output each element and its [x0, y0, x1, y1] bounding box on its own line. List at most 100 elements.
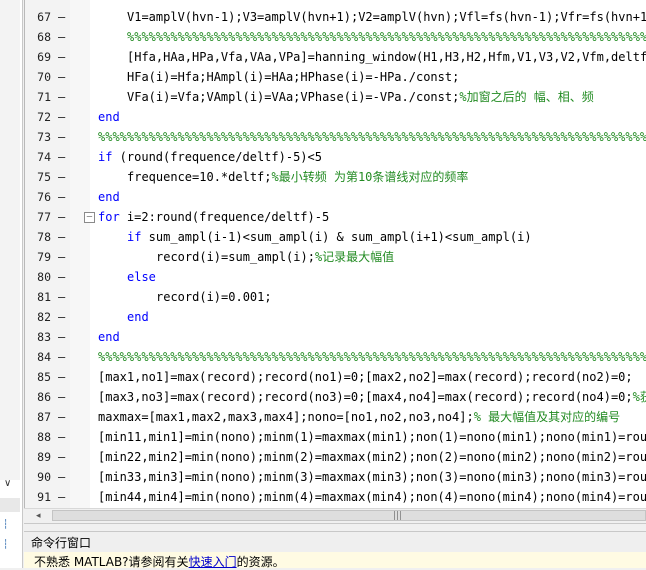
breakpoint-dash[interactable]: – — [58, 87, 65, 107]
code-line[interactable]: 88– [min11,min1]=min(nono);minm(1)=maxmax… — [25, 427, 646, 447]
getting-started-link[interactable]: 快速入门 — [189, 555, 237, 569]
breakpoint-dash[interactable]: – — [58, 187, 65, 207]
line-number: 90 — [37, 470, 51, 484]
code-token: [max1,no1]=max(record);record(no1)=0;[ma… — [98, 370, 633, 384]
line-number: 73 — [37, 130, 51, 144]
code-text: V1=amplV(hvn-1);V3=amplV(hvn+1);V2=amplV… — [127, 7, 646, 27]
line-number: 82 — [37, 310, 51, 324]
breakpoint-dash[interactable]: – — [58, 247, 65, 267]
code-line[interactable]: 79– record(i)=sum_ampl(i);%记录最大幅值 — [25, 247, 646, 267]
command-window-title: 命令行窗口 — [31, 536, 92, 550]
breakpoint-dash[interactable]: – — [58, 387, 65, 407]
code-text: [min44,min4]=min(nono);minm(4)=maxmax(mi… — [98, 487, 646, 507]
line-number: 77 — [37, 210, 51, 224]
code-text: %%%%%%%%%%%%%%%%%%%%%%%%%%%%%%%%%%%%%%%%… — [127, 27, 646, 47]
command-window-header[interactable]: 命令行窗口 — [24, 531, 646, 553]
breakpoint-dash[interactable]: – — [58, 267, 65, 287]
line-number: 75 — [37, 170, 51, 184]
code-line[interactable]: 84–%%%%%%%%%%%%%%%%%%%%%%%%%%%%%%%%%%%%%… — [25, 347, 646, 367]
code-line[interactable]: 71– VFa(i)=Vfa;VAmpl(i)=VAa;VPhase(i)=-VP… — [25, 87, 646, 107]
code-token: (round(frequence/deltf)-5)<5 — [112, 150, 322, 164]
code-line[interactable]: 90– [min33,min3]=min(nono);minm(3)=maxmax… — [25, 467, 646, 487]
keyword-token: end — [98, 110, 120, 124]
code-line[interactable]: 80– else — [25, 267, 646, 287]
line-number: 72 — [37, 110, 51, 124]
code-line[interactable]: 76– end — [25, 187, 646, 207]
fold-toggle-icon[interactable]: – — [84, 212, 95, 223]
code-line[interactable]: 73–%%%%%%%%%%%%%%%%%%%%%%%%%%%%%%%%%%%%%… — [25, 127, 646, 147]
breakpoint-dash[interactable]: – — [58, 7, 65, 27]
line-number: 69 — [37, 50, 51, 64]
code-line[interactable]: 78– if sum_ampl(i-1)<sum_ampl(i) & sum_am… — [25, 227, 646, 247]
keyword-token: end — [98, 330, 120, 344]
comment-token: %获得 — [632, 390, 646, 404]
code-line[interactable]: 86– [max3,no3]=max(record);record(no3)=0;… — [25, 387, 646, 407]
line-number: 70 — [37, 70, 51, 84]
line-number: 88 — [37, 430, 51, 444]
keyword-token: if — [98, 150, 113, 164]
code-line[interactable]: 87– maxmax=[max1,max2,max3,max4];nono=[no… — [25, 407, 646, 427]
breakpoint-dash[interactable]: – — [58, 227, 65, 247]
breakpoint-dash[interactable]: – — [58, 167, 65, 187]
code-text: [max3,no3]=max(record);record(no3)=0;[ma… — [98, 387, 646, 407]
code-line[interactable]: 85– [max1,no1]=max(record);record(no1)=0;… — [25, 367, 646, 387]
code-text: record(i)=sum_ampl(i);%记录最大幅值 — [156, 247, 394, 267]
left-panel-horizontal-scrollbar[interactable] — [0, 498, 20, 512]
breakpoint-dash[interactable]: – — [58, 467, 65, 487]
breakpoint-dash[interactable]: – — [58, 367, 65, 387]
code-line[interactable]: 75– frequence=10.*deltf;%最小转频 为第10条谱线对应的频… — [25, 167, 646, 187]
code-editor[interactable]: 67– V1=amplV(hvn-1);V3=amplV(hvn+1);V2=am… — [24, 0, 646, 510]
left-panel-scroll-area[interactable] — [0, 0, 20, 480]
code-line[interactable]: 68–%%%%%%%%%%%%%%%%%%%%%%%%%%%%%%%%%%%%%… — [25, 27, 646, 47]
breakpoint-dash[interactable]: – — [58, 407, 65, 427]
code-line[interactable]: 74– if (round(frequence/deltf)-5)<5 — [25, 147, 646, 167]
breakpoint-dash[interactable]: – — [58, 107, 65, 127]
breakpoint-dash[interactable]: – — [58, 427, 65, 447]
comment-token: %记录最大幅值 — [314, 250, 395, 264]
code-line[interactable]: 81– record(i)=0.001; — [25, 287, 646, 307]
code-line[interactable]: 91– [min44,min4]=min(nono);minm(4)=maxmax… — [25, 487, 646, 507]
code-line[interactable]: 67– V1=amplV(hvn-1);V3=amplV(hvn+1);V2=am… — [25, 7, 646, 27]
scroll-left-arrow-icon[interactable]: ◂ — [36, 509, 41, 523]
breakpoint-dash[interactable]: – — [58, 447, 65, 467]
code-text: end — [98, 187, 120, 207]
breakpoint-dash[interactable]: – — [58, 327, 65, 347]
left-panel-marker-icon: ┆ — [3, 520, 9, 530]
breakpoint-dash[interactable]: – — [58, 287, 65, 307]
code-line[interactable]: 70– HFa(i)=Hfa;HAmpl(i)=HAa;HPhase(i)=-HP… — [25, 67, 646, 87]
breakpoint-dash[interactable]: – — [58, 307, 65, 327]
line-number: 76 — [37, 190, 51, 204]
code-line[interactable]: 69– [Hfa,HAa,HPa,Vfa,VAa,VPa]=hanning_win… — [25, 47, 646, 67]
line-number: 89 — [37, 450, 51, 464]
breakpoint-dash[interactable]: – — [58, 347, 65, 367]
code-line[interactable]: 83– end — [25, 327, 646, 347]
breakpoint-dash[interactable]: – — [58, 207, 65, 227]
line-number: 67 — [37, 10, 51, 24]
code-text: frequence=10.*deltf;%最小转频 为第10条谱线对应的频率 — [127, 167, 468, 187]
command-window-notice: 不熟悉 MATLAB?请参阅有关快速入门的资源。 — [24, 552, 646, 569]
code-token: i=2:round(frequence/deltf)-5 — [119, 210, 330, 224]
code-token: V1=amplV(hvn-1);V3=amplV(hvn+1);V2=amplV… — [127, 10, 646, 24]
breakpoint-dash[interactable]: – — [58, 47, 65, 67]
line-number: 83 — [37, 330, 51, 344]
scrollbar-thumb[interactable]: ||| — [52, 510, 646, 521]
editor-horizontal-scrollbar[interactable]: ◂ ||| — [24, 508, 646, 524]
code-line[interactable]: 77– – for i=2:round(frequence/deltf)-5 — [25, 207, 646, 227]
code-line[interactable]: 72– end — [25, 107, 646, 127]
code-text: [min11,min1]=min(nono);minm(1)=maxmax(mi… — [98, 427, 646, 447]
code-text: end — [98, 327, 120, 347]
scrollbar-grip-icon: ||| — [393, 511, 403, 521]
breakpoint-dash[interactable]: – — [58, 487, 65, 507]
breakpoint-dash[interactable]: – — [58, 147, 65, 167]
code-line[interactable]: 82– end — [25, 307, 646, 327]
chevron-down-icon[interactable]: ∨ — [4, 478, 11, 489]
code-line[interactable]: 89– [min22,min2]=min(nono);minm(2)=maxmax… — [25, 447, 646, 467]
line-number: 71 — [37, 90, 51, 104]
breakpoint-dash[interactable]: – — [58, 127, 65, 147]
breakpoint-dash[interactable]: – — [58, 27, 65, 47]
code-text: %%%%%%%%%%%%%%%%%%%%%%%%%%%%%%%%%%%%%%%%… — [98, 127, 646, 147]
code-text: else — [127, 267, 156, 287]
comment-token: %%%%%%%%%%%%%%%%%%%%%%%%%%%%%%%%%%%%%%%%… — [98, 130, 646, 144]
code-text: %%%%%%%%%%%%%%%%%%%%%%%%%%%%%%%%%%%%%%%%… — [98, 347, 646, 367]
breakpoint-dash[interactable]: – — [58, 67, 65, 87]
